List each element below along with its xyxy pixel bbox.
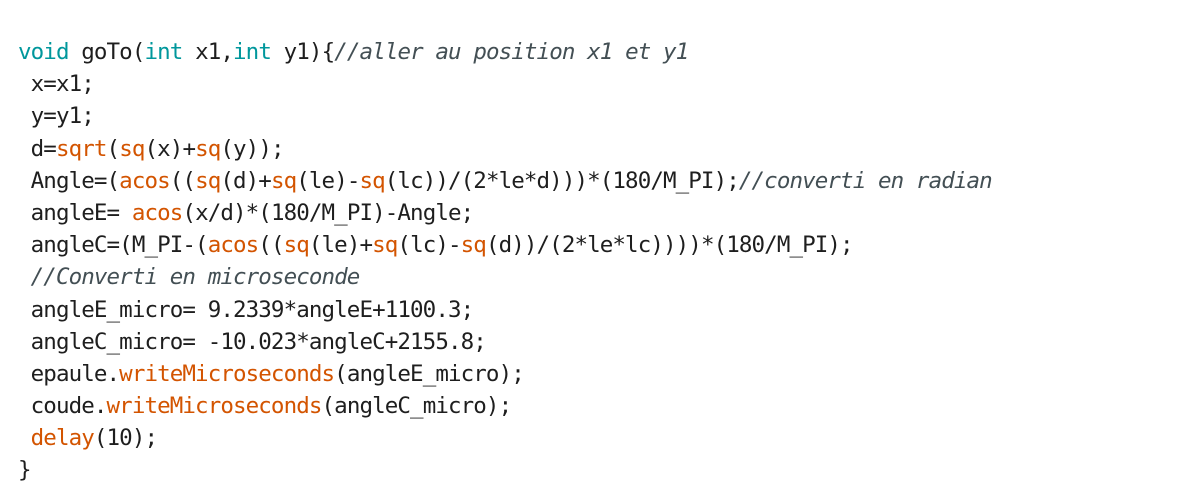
code-token-plain: (x/d)*(180/M_PI)-Angle; (182, 199, 474, 226)
code-token-plain: (( (169, 167, 196, 194)
code-token-fn: acos (119, 167, 170, 194)
code-token-plain: (d))/(2*le*lc))))*(180/M_PI); (485, 232, 854, 259)
code-token-plain: (d)+ (220, 167, 271, 194)
code-token-fn: acos (207, 232, 259, 259)
code-token-plain: angleC_micro= -10.023*angleC+2155.8; (18, 328, 487, 355)
code-token-plain: (lc)- (397, 232, 461, 259)
code-token-kw: void (18, 39, 69, 65)
code-token-cm: //aller au position x1 et y1 (334, 39, 689, 65)
code-line: angleE= acos(x/d)*(180/M_PI)-Angle; (18, 197, 1188, 229)
code-token-fn: delay (30, 425, 95, 452)
code-line: void goTo(int x1,int y1){//aller au posi… (18, 36, 1188, 68)
code-token-plain: x1, (182, 39, 234, 65)
code-token-plain: angleE= (18, 199, 132, 226)
code-token-plain: angleC=(M_PI-( (18, 232, 209, 259)
code-token-plain: (angleE_micro); (334, 360, 525, 387)
code-line: angleC_micro= -10.023*angleC+2155.8; (18, 326, 1188, 358)
code-token-fn: sq (283, 232, 310, 259)
code-token-plain: epaule. (18, 360, 120, 387)
code-editor[interactable]: void goTo(int x1,int y1){//aller au posi… (18, 36, 1188, 487)
code-line: angleE_micro= 9.2339*angleE+1100.3; (18, 294, 1188, 326)
code-token-plain: } (18, 457, 32, 484)
code-line: angleC=(M_PI-(acos((sq(le)+sq(lc)-sq(d))… (18, 229, 1188, 261)
code-token-kw: int (144, 39, 183, 65)
code-token-fn: sq (372, 232, 398, 259)
code-token-fn: sq (460, 232, 487, 259)
code-token-fn: sq (270, 167, 297, 194)
code-token-plain: (y)); (220, 135, 284, 162)
code-line: } (18, 454, 1188, 486)
code-token-plain: d= (18, 135, 57, 162)
code-line: //Converti en microseconde (18, 261, 1188, 293)
code-line: coude.writeMicroseconds(angleC_micro); (18, 390, 1188, 422)
code-token-plain: coude. (18, 393, 108, 420)
code-token-plain: (( (258, 232, 284, 259)
code-token-fn: writeMicroseconds (119, 360, 335, 387)
code-token-fn: sq (195, 135, 221, 162)
code-token-fn: writeMicroseconds (106, 393, 323, 420)
code-token-plain: (le)- (296, 167, 360, 194)
code-line: y=y1; (18, 100, 1188, 132)
code-token-kw: int (233, 39, 272, 65)
code-token-plain: goTo( (68, 39, 145, 65)
code-token-cm: //converti en radian (738, 167, 993, 194)
code-line: d=sqrt(sq(x)+sq(y)); (18, 133, 1188, 165)
code-token-plain: (angleC_micro); (321, 393, 513, 420)
code-line: Angle=(acos((sq(d)+sq(le)-sq(lc))/(2*le*… (18, 165, 1188, 197)
code-token-plain: x=x1; (18, 71, 95, 98)
code-line: epaule.writeMicroseconds(angleE_micro); (18, 358, 1188, 390)
code-token-plain: y=y1; (18, 103, 95, 130)
code-line: delay(10); (18, 422, 1188, 454)
code-token-plain: (x)+ (144, 135, 196, 162)
code-token-fn: acos (131, 199, 183, 226)
code-token-plain: (10); (93, 425, 158, 452)
code-token-fn: sq (359, 167, 385, 194)
code-token-fn: sqrt (55, 135, 107, 162)
code-line: x=x1; (18, 68, 1188, 100)
code-token-plain: (le)+ (308, 232, 373, 259)
code-token-plain: ( (106, 135, 121, 162)
code-token-plain: angleE_micro= 9.2339*angleE+1100.3; (18, 296, 475, 323)
code-token-plain: y1){ (270, 39, 335, 65)
code-token-fn: sq (195, 167, 221, 194)
code-token-cm: //Converti en microseconde (30, 264, 361, 291)
code-token-fn: sq (119, 135, 145, 162)
code-token-plain: Angle=( (18, 167, 120, 194)
code-token-plain: (lc))/(2*le*d)))*(180/M_PI); (384, 167, 740, 194)
